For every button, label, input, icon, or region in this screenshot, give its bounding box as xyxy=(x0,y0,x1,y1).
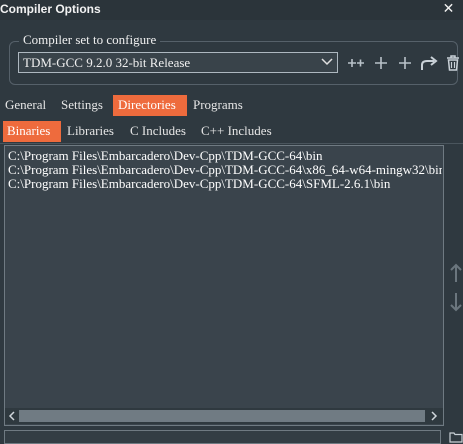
subtab-c-includes[interactable]: C Includes xyxy=(127,121,189,142)
scrollbar-thumb[interactable] xyxy=(19,410,425,422)
add-icon xyxy=(375,57,387,69)
tab-programs[interactable]: Programs xyxy=(190,95,246,116)
list-item[interactable]: C:\Program Files\Embarcadero\Dev-Cpp\TDM… xyxy=(8,149,442,163)
chevron-left-icon[interactable] xyxy=(7,411,17,421)
title-bar: Compiler Options ✕ xyxy=(0,0,463,20)
add-compiler-button[interactable] xyxy=(371,53,391,73)
binaries-list[interactable]: C:\Program Files\Embarcadero\Dev-Cpp\TDM… xyxy=(4,145,444,426)
folder-icon[interactable] xyxy=(449,431,463,443)
compiler-set-legend: Compiler set to configure xyxy=(19,32,161,48)
add-folder-icon xyxy=(348,59,364,67)
rename-button[interactable] xyxy=(419,53,439,73)
add-icon xyxy=(399,57,411,69)
list-item[interactable]: C:\Program Files\Embarcadero\Dev-Cpp\TDM… xyxy=(8,177,442,191)
tab-settings[interactable]: Settings xyxy=(58,95,106,116)
close-button[interactable]: ✕ xyxy=(434,0,463,20)
compiler-set-combobox[interactable]: TDM-GCC 9.2.0 32-bit Release xyxy=(18,52,338,73)
tab-divider xyxy=(0,143,463,144)
tab-general[interactable]: General xyxy=(2,95,49,116)
arrow-up-icon[interactable] xyxy=(449,262,463,284)
window-title: Compiler Options xyxy=(0,2,101,16)
subtab-libraries[interactable]: Libraries xyxy=(64,121,117,142)
compiler-set-value: TDM-GCC 9.2.0 32-bit Release xyxy=(23,55,191,70)
horizontal-scrollbar[interactable] xyxy=(5,408,443,424)
subtab-cpp-includes[interactable]: C++ Includes xyxy=(198,121,275,142)
list-item[interactable]: C:\Program Files\Embarcadero\Dev-Cpp\TDM… xyxy=(8,163,442,177)
subtab-binaries[interactable]: Binaries xyxy=(3,121,61,142)
trash-icon xyxy=(447,55,459,71)
directory-path-input[interactable] xyxy=(4,430,441,444)
tab-directories[interactable]: Directories xyxy=(113,95,187,116)
redo-arrow-icon xyxy=(421,56,438,70)
arrow-down-icon[interactable] xyxy=(449,291,463,313)
add-compiler-set-button[interactable] xyxy=(395,53,415,73)
add-folder-button[interactable] xyxy=(346,53,366,73)
chevron-right-icon[interactable] xyxy=(429,411,439,421)
close-icon: ✕ xyxy=(442,1,455,17)
chevron-down-icon xyxy=(321,58,333,66)
delete-button[interactable] xyxy=(443,53,463,73)
